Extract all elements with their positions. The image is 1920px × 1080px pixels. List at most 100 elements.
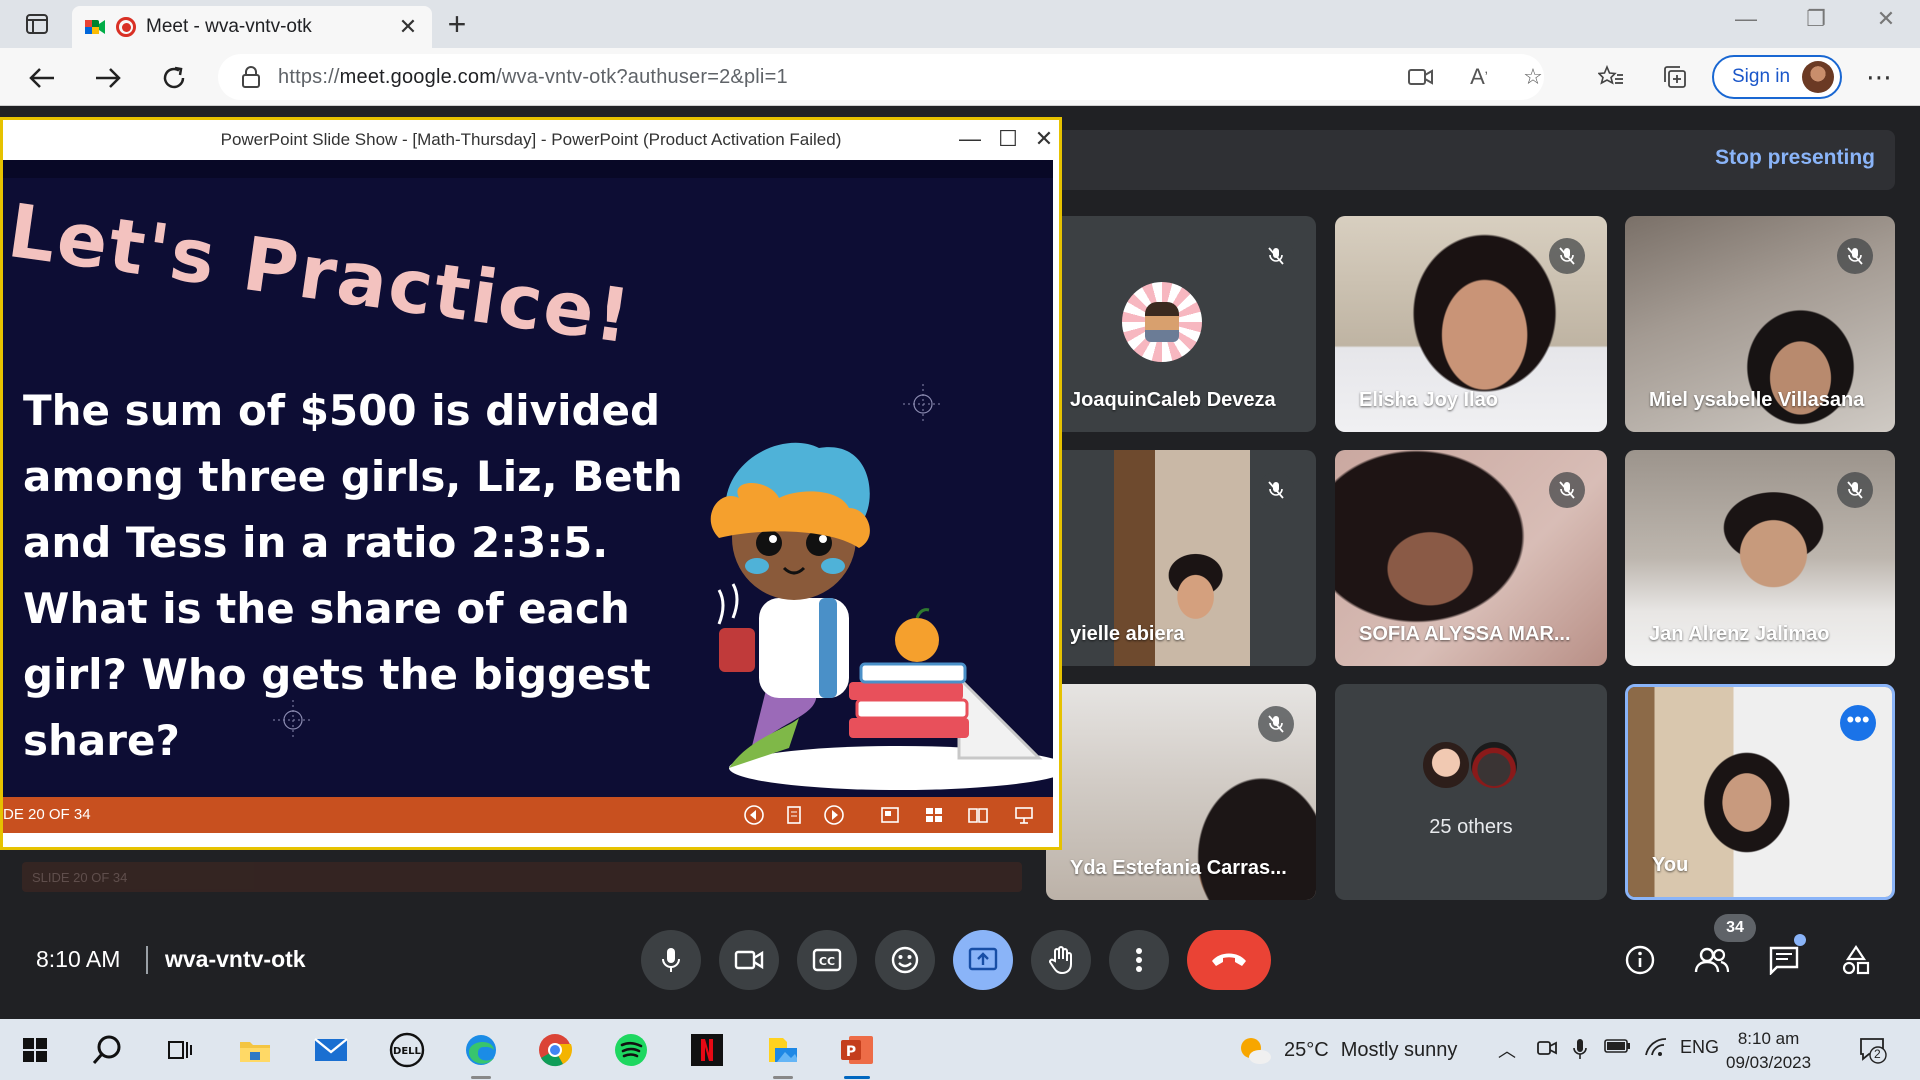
weather-desc: Mostly sunny (1340, 1038, 1458, 1061)
more-options-button[interactable] (1109, 930, 1169, 990)
self-tile[interactable]: ••• You (1625, 684, 1895, 900)
camera-button[interactable] (719, 930, 779, 990)
slide-pen-icon[interactable] (783, 804, 805, 826)
slideshow-view-icon[interactable] (1013, 804, 1035, 826)
address-bar[interactable]: https://meet.google.com/wva-vntv-otk?aut… (218, 54, 1544, 100)
participant-tile[interactable]: Yda Estefania Carras... (1046, 684, 1316, 900)
windows-taskbar: DELL P 25°C Mostly sunny ︿ ENG 8:10 am 0… (0, 1019, 1920, 1080)
svg-text:DELL: DELL (393, 1046, 422, 1057)
mail-icon (314, 1038, 348, 1061)
participant-tile[interactable]: Elisha Joy Ilao (1335, 216, 1607, 432)
emoji-button[interactable] (875, 930, 935, 990)
chat-button[interactable] (1762, 938, 1806, 982)
more-options-icon[interactable]: ••• (1840, 705, 1876, 741)
system-clock[interactable]: 8:10 am 09/03/2023 (1726, 1027, 1811, 1075)
close-icon[interactable]: ✕ (396, 14, 420, 40)
meet-now-icon[interactable] (1536, 1037, 1558, 1064)
tab-actions-button[interactable] (10, 8, 64, 40)
powerpoint-button[interactable]: P (836, 1029, 878, 1071)
camera-icon[interactable] (1406, 62, 1436, 92)
people-button[interactable] (1690, 938, 1734, 982)
notification-button[interactable]: 2 (1858, 1035, 1888, 1065)
photos-icon (769, 1038, 797, 1062)
favorite-add-icon[interactable]: ☆ (1518, 62, 1548, 92)
refresh-button[interactable] (156, 60, 192, 96)
svg-text:CC: CC (819, 955, 835, 968)
read-aloud-icon[interactable]: Aʼ (1464, 62, 1494, 92)
activities-button[interactable] (1834, 938, 1878, 982)
spotify-button[interactable] (610, 1029, 652, 1071)
student-illustration (710, 442, 1053, 790)
info-icon (1625, 945, 1655, 975)
edge-button[interactable] (460, 1029, 502, 1071)
leave-call-button[interactable] (1187, 930, 1271, 990)
maximize-icon[interactable]: ☐ (995, 126, 1021, 152)
present-button[interactable] (953, 930, 1013, 990)
chrome-button[interactable] (534, 1029, 576, 1071)
meeting-time: 8:10 AM (36, 946, 121, 972)
netflix-button[interactable] (686, 1029, 728, 1071)
battery-icon[interactable] (1604, 1037, 1632, 1060)
previous-slide-icon[interactable] (743, 804, 765, 826)
crosshair-decoration (273, 700, 313, 740)
divider (146, 946, 148, 974)
notification-count: 2 (1874, 1047, 1881, 1061)
others-count-label: 25 others (1429, 816, 1513, 838)
minimize-icon[interactable]: — (1726, 6, 1766, 32)
active-tab[interactable]: Meet - wva-vntv-otk ✕ (72, 6, 432, 48)
task-view-button[interactable] (158, 1029, 200, 1071)
dell-button[interactable]: DELL (386, 1029, 428, 1071)
plus-icon[interactable]: + (440, 8, 474, 40)
search-button[interactable] (86, 1029, 128, 1071)
mic-icon[interactable] (1572, 1037, 1588, 1066)
forward-button[interactable] (90, 60, 126, 96)
file-explorer-button[interactable] (234, 1029, 276, 1071)
recording-icon (116, 17, 136, 37)
browser-toolbar: https://meet.google.com/wva-vntv-otk?aut… (0, 48, 1920, 106)
mic-button[interactable] (641, 930, 701, 990)
avatar-photo (1145, 302, 1179, 342)
favorites-icon[interactable] (1596, 62, 1626, 92)
sign-in-label: Sign in (1732, 66, 1791, 87)
next-slide-icon[interactable] (823, 804, 845, 826)
participant-tile[interactable]: yielle abiera (1046, 450, 1316, 666)
others-tile[interactable]: 25 others (1335, 684, 1607, 900)
mail-button[interactable] (310, 1029, 352, 1071)
meeting-code: wva-vntv-otk (165, 946, 306, 972)
captions-button[interactable]: CC (797, 930, 857, 990)
participant-tile[interactable]: SOFIA ALYSSA MAR... (1335, 450, 1607, 666)
start-button[interactable] (14, 1029, 56, 1071)
task-view-icon (168, 1041, 192, 1059)
tab-title: Meet - wva-vntv-otk (146, 16, 312, 37)
close-icon[interactable]: ✕ (1866, 6, 1906, 32)
url-prefix: https:// (278, 65, 340, 88)
language-indicator[interactable]: ENG (1680, 1037, 1719, 1058)
restore-icon[interactable]: ❐ (1796, 6, 1836, 32)
participant-tile[interactable]: Miel ysabelle Villasana (1625, 216, 1895, 432)
chevron-up-icon[interactable]: ︿ (1498, 1037, 1516, 1063)
more-vert-icon (1136, 948, 1142, 972)
powerpoint-icon: P (841, 1036, 873, 1064)
chat-icon (1769, 946, 1799, 975)
close-icon[interactable]: ✕ (1031, 126, 1057, 152)
sign-in-button[interactable]: Sign in (1712, 55, 1842, 99)
photos-button[interactable] (762, 1029, 804, 1071)
weather-widget[interactable]: 25°C Mostly sunny (1238, 1035, 1457, 1065)
participant-tile[interactable]: Jan Alrenz Jalimao (1625, 450, 1895, 666)
lock-icon (242, 66, 260, 88)
minimize-icon[interactable]: — (957, 126, 983, 152)
collections-icon[interactable] (1660, 62, 1690, 92)
stop-presenting-button[interactable]: Stop presenting (1715, 146, 1875, 170)
back-button[interactable] (24, 60, 60, 96)
wifi-icon[interactable] (1644, 1037, 1668, 1062)
powerpoint-titlebar: PowerPoint Slide Show - [Math-Thursday] … (3, 120, 1059, 160)
participant-tile[interactable]: JoaquinCaleb Deveza (1046, 216, 1316, 432)
normal-view-icon[interactable] (879, 804, 901, 826)
avatar (1469, 740, 1519, 790)
meeting-details-button[interactable] (1618, 938, 1662, 982)
raise-hand-button[interactable] (1031, 930, 1091, 990)
more-icon[interactable]: ⋯ (1866, 62, 1893, 93)
slide-sorter-icon[interactable] (923, 804, 945, 826)
reading-view-icon[interactable] (967, 804, 989, 826)
slide-body-text: The sum of $500 is divided among three g… (23, 386, 683, 765)
